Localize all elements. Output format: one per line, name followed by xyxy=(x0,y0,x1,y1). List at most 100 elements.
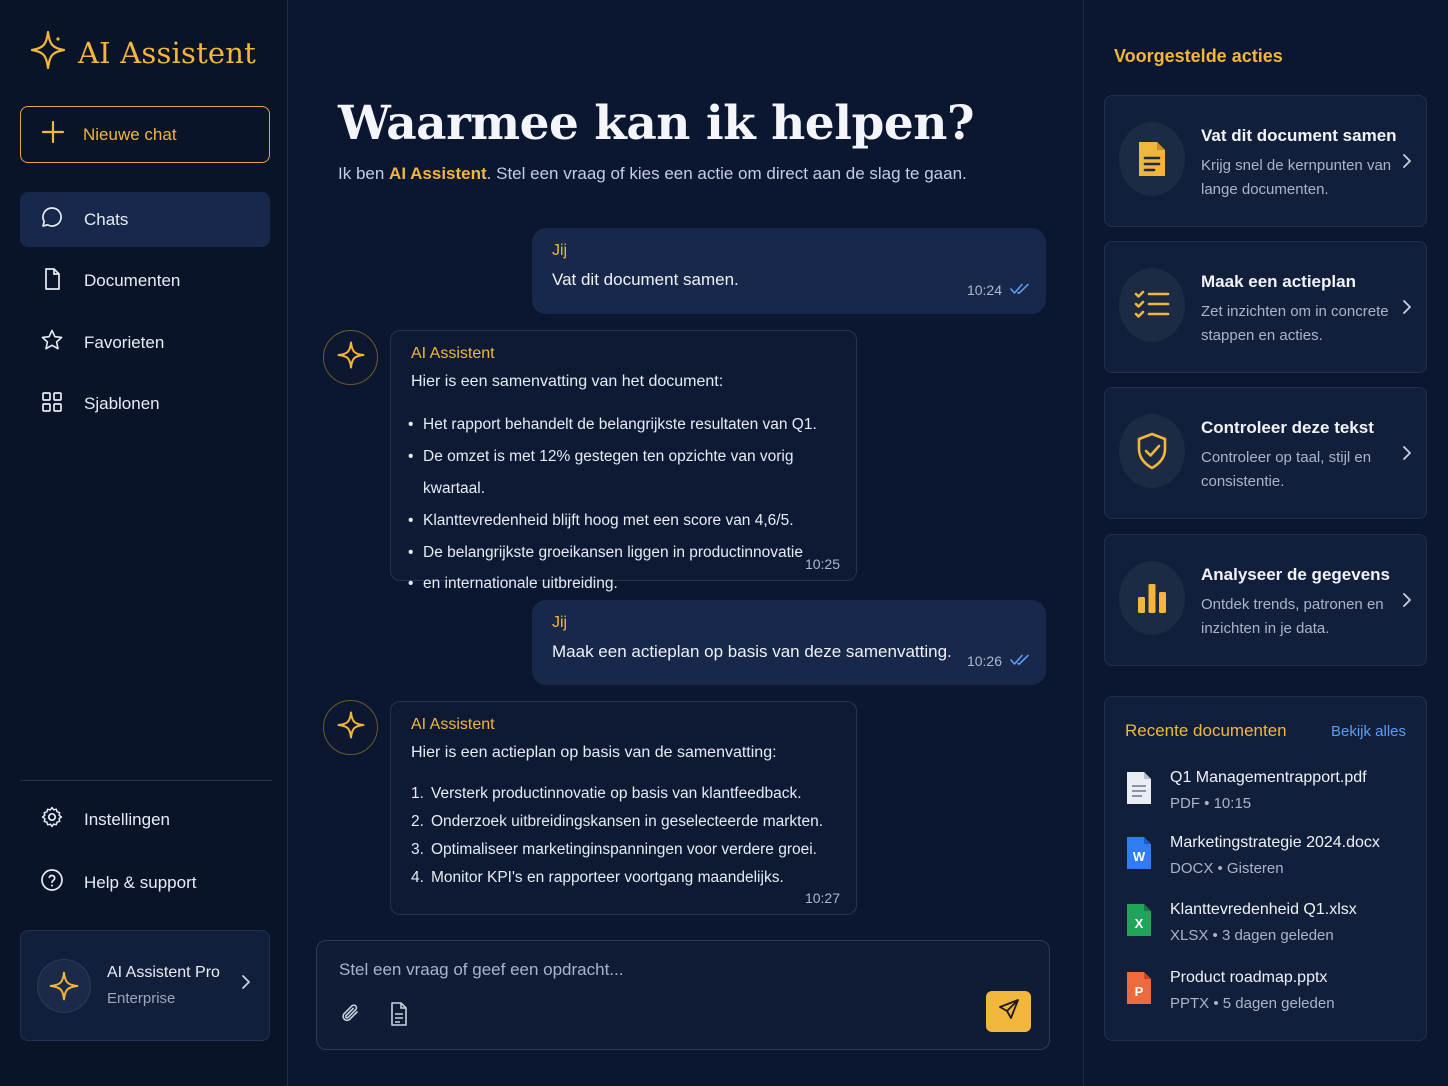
list-item: 3. Optimaliseer marketinginspanningen voo… xyxy=(411,836,836,864)
message-text: Maak een actieplan op basis van deze sam… xyxy=(552,642,952,661)
list-text: Monitor KPI's en rapporteer voortgang ma… xyxy=(431,869,784,886)
grid-icon xyxy=(40,390,64,419)
plus-icon xyxy=(41,120,65,149)
bar-chart-icon xyxy=(1119,561,1185,635)
message-meta: 10:24 xyxy=(967,282,1030,298)
chevron-right-icon xyxy=(1400,298,1414,321)
new-chat-button[interactable]: Nieuwe chat xyxy=(20,106,270,163)
checklist-icon xyxy=(1119,268,1185,342)
svg-text:W: W xyxy=(1133,849,1146,864)
ai-avatar xyxy=(323,700,378,755)
plan-name: AI Assistent Pro xyxy=(107,964,220,981)
message-sender: Jij xyxy=(552,242,568,259)
chat-main: Waarmee kan ik helpen? Ik ben AI Assiste… xyxy=(288,0,1084,1086)
plan-tier: Enterprise xyxy=(107,990,176,1007)
action-title: Controleer deze tekst xyxy=(1201,418,1374,437)
document-attach-icon[interactable] xyxy=(387,1001,411,1032)
document-meta: DOCX • Gisteren xyxy=(1170,860,1284,877)
document-name: Marketingstrategie 2024.docx xyxy=(1170,834,1380,851)
list-item: 4. Monitor KPI's en rapporteer voortgang … xyxy=(411,864,836,892)
nav-item-documenten[interactable]: Documenten xyxy=(20,254,270,309)
nav-label: Documenten xyxy=(84,271,181,290)
recent-document-item[interactable]: Q1 Managementrapport.pdf PDF • 10:15 xyxy=(1125,769,1415,821)
document-name: Klanttevredenheid Q1.xlsx xyxy=(1170,901,1357,918)
list-item: Klanttevredenheid blijft hoog met een sc… xyxy=(408,505,836,537)
chevron-right-icon xyxy=(1400,152,1414,175)
ai-message: AI Assistent Hier is een actieplan op ba… xyxy=(390,701,857,915)
right-panel: Voorgestelde acties Vat dit document sam… xyxy=(1084,0,1448,1086)
list-text: Optimaliseer marketinginspanningen voor … xyxy=(431,841,817,858)
action-card-check-text[interactable]: Controleer deze tekst Controleer op taal… xyxy=(1104,387,1427,519)
action-title: Vat dit document samen xyxy=(1201,126,1397,145)
pdf-file-icon xyxy=(1125,771,1153,810)
send-icon xyxy=(997,997,1021,1026)
page-subtitle: Ik ben AI Assistent. Stel een vraag of k… xyxy=(338,164,967,184)
list-item: Het rapport behandelt de belangrijkste r… xyxy=(408,409,836,441)
double-check-icon xyxy=(1010,653,1030,669)
nav-item-chats[interactable]: Chats xyxy=(20,192,270,247)
subtitle-prefix: Ik ben xyxy=(338,164,390,183)
nav-label: Chats xyxy=(84,209,129,229)
sparkle-icon xyxy=(336,710,366,745)
message-meta: 10:26 xyxy=(967,653,1030,669)
document-meta: PPTX • 5 dagen geleden xyxy=(1170,995,1335,1012)
send-button[interactable] xyxy=(986,991,1031,1032)
list-item-continuation: en internationale uitbreiding. xyxy=(408,569,836,599)
main-nav: Chats Documenten Favorieten Sjablonen xyxy=(20,192,270,438)
action-title: Maak een actieplan xyxy=(1201,272,1356,291)
document-name: Q1 Managementrapport.pdf xyxy=(1170,769,1367,786)
star-icon xyxy=(40,328,64,357)
nav-label: Help & support xyxy=(84,872,197,892)
message-sender: AI Assistent xyxy=(411,345,495,362)
brand[interactable]: AI Assistent xyxy=(30,30,256,75)
message-sender: Jij xyxy=(552,614,568,631)
nav-item-favorieten[interactable]: Favorieten xyxy=(20,315,270,370)
message-time: 10:24 xyxy=(966,282,1002,298)
document-name: Product roadmap.pptx xyxy=(1170,969,1328,986)
action-desc: Ontdek trends, patronen en inzichten in … xyxy=(1201,596,1384,637)
page-title: Waarmee kan ik helpen? xyxy=(338,96,975,151)
recent-document-item[interactable]: X Klanttevredenheid Q1.xlsx XLSX • 3 dag… xyxy=(1125,901,1415,953)
recent-documents: Recente documenten Bekijk alles Q1 Manag… xyxy=(1104,696,1427,1041)
svg-text:X: X xyxy=(1135,916,1144,931)
message-time: 10:25 xyxy=(804,556,840,572)
action-desc: Controleer op taal, stijl en consistenti… xyxy=(1201,449,1372,490)
ai-message: AI Assistent Hier is een samenvatting va… xyxy=(390,330,857,599)
double-check-icon xyxy=(1010,282,1030,298)
subtitle-suffix: . Stel een vraag of kies een actie om di… xyxy=(486,164,967,183)
help-circle-icon xyxy=(40,868,64,897)
nav-item-help[interactable]: Help & support xyxy=(20,855,270,910)
list-number: 1. xyxy=(411,785,424,802)
nav-item-sjablonen[interactable]: Sjablonen xyxy=(20,377,270,432)
paperclip-icon[interactable] xyxy=(339,1001,363,1032)
view-all-link[interactable]: Bekijk alles xyxy=(1331,723,1406,740)
nav-item-instellingen[interactable]: Instellingen xyxy=(20,792,270,847)
powerpoint-file-icon: P xyxy=(1125,971,1153,1010)
action-desc: Zet inzichten om in concrete stappen en … xyxy=(1201,303,1389,344)
recent-document-item[interactable]: W Marketingstrategie 2024.docx DOCX • Gi… xyxy=(1125,834,1415,886)
nav-label: Sjablonen xyxy=(84,394,160,413)
action-card-analyze[interactable]: Analyseer de gegevens Ontdek trends, pat… xyxy=(1104,534,1427,666)
sidebar: AI Assistent Nieuwe chat Chats Documente… xyxy=(0,0,288,1086)
nav-label: Favorieten xyxy=(84,332,165,352)
message-sender: AI Assistent xyxy=(411,716,495,733)
message-time: 10:27 xyxy=(804,890,840,906)
message-intro: Hier is een actieplan op basis van de sa… xyxy=(411,744,777,761)
recent-document-item[interactable]: P Product roadmap.pptx PPTX • 5 dagen ge… xyxy=(1125,969,1415,1021)
nav-label: Instellingen xyxy=(84,809,171,829)
message-text: Vat dit document samen. xyxy=(552,270,739,289)
chat-bubble-icon xyxy=(40,205,64,234)
list-number: 2. xyxy=(411,813,424,830)
list-item: 1. Versterk productinnovatie op basis van… xyxy=(411,780,836,808)
message-input[interactable] xyxy=(339,957,939,983)
plan-card[interactable]: AI Assistent Pro Enterprise xyxy=(20,930,270,1041)
action-card-summarize[interactable]: Vat dit document samen Krijg snel de ker… xyxy=(1104,95,1427,227)
document-meta: PDF • 10:15 xyxy=(1170,795,1252,812)
chevron-right-icon xyxy=(1400,444,1414,467)
action-card-action-plan[interactable]: Maak een actieplan Zet inzichten om in c… xyxy=(1104,241,1427,373)
document-meta: XLSX • 3 dagen geleden xyxy=(1170,927,1334,944)
plan-text: AI Assistent Pro Enterprise xyxy=(107,964,220,1007)
ai-avatar xyxy=(323,330,378,385)
action-desc: Krijg snel de kernpunten van lange docum… xyxy=(1201,157,1392,198)
user-message: Jij Vat dit document samen. 10:24 xyxy=(532,228,1046,314)
